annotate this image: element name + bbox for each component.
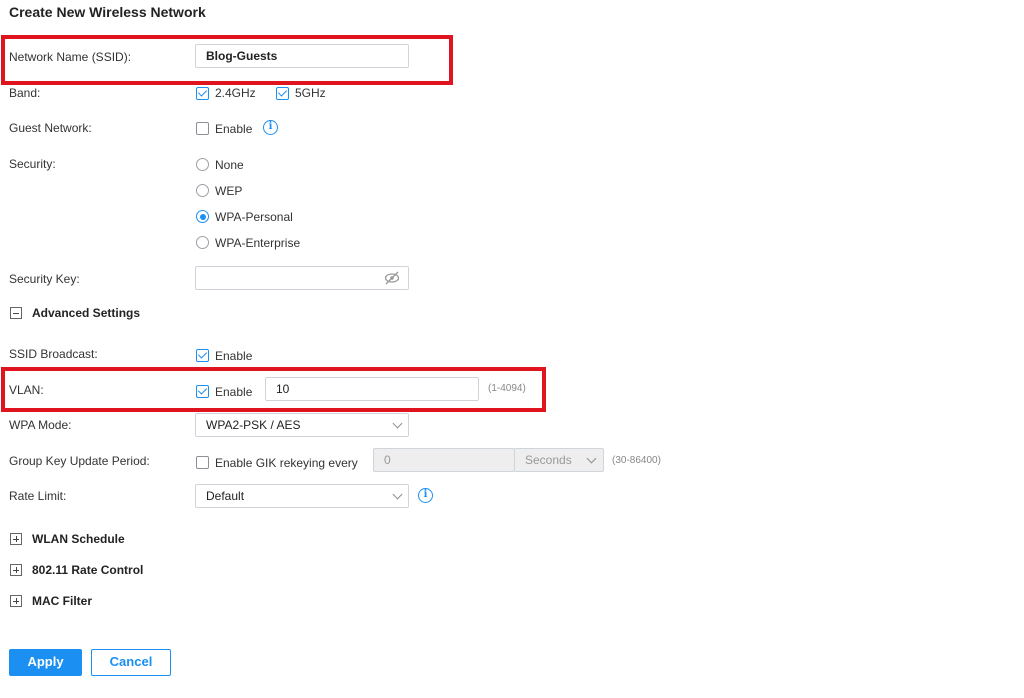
security-wpa-enterprise-radio[interactable] (196, 236, 209, 249)
apply-button[interactable]: Apply (9, 649, 82, 676)
band-2g-checkbox[interactable] (196, 87, 209, 100)
security-wpa-personal-radio[interactable] (196, 210, 209, 223)
gik-unit-value: Seconds (525, 453, 572, 467)
wlan-schedule-expand-icon[interactable] (10, 533, 22, 545)
security-wep-label: WEP (215, 184, 243, 198)
rate-limit-info-icon[interactable]: i (418, 488, 433, 503)
security-key-input[interactable] (195, 266, 409, 290)
gik-enable-label: Enable GIK rekeying every (215, 456, 358, 470)
wpa-mode-value: WPA2-PSK / AES (206, 418, 301, 432)
vlan-highlight-box (1, 367, 546, 412)
gik-enable-checkbox[interactable] (196, 456, 209, 469)
page-title: Create New Wireless Network (9, 4, 206, 20)
guest-network-label: Guest Network: (9, 121, 92, 135)
rate-control-heading[interactable]: 802.11 Rate Control (32, 563, 143, 577)
eye-hidden-icon[interactable] (384, 271, 400, 285)
rate-limit-value: Default (206, 489, 245, 503)
ssid-broadcast-enable-label: Enable (215, 349, 253, 363)
wlan-schedule-heading[interactable]: WLAN Schedule (32, 532, 125, 546)
wpa-mode-label: WPA Mode: (9, 418, 72, 432)
mac-filter-heading[interactable]: MAC Filter (32, 594, 92, 608)
security-wpa-personal-label: WPA-Personal (215, 210, 293, 224)
band-5g-checkbox[interactable] (276, 87, 289, 100)
cancel-button[interactable]: Cancel (91, 649, 171, 676)
security-label: Security: (9, 157, 56, 171)
band-label: Band: (9, 86, 41, 100)
ssid-highlight-box (1, 35, 453, 85)
gik-period-input[interactable]: 0 (373, 448, 515, 472)
rate-limit-select[interactable]: Default (195, 484, 409, 508)
advanced-collapse-icon[interactable] (10, 307, 22, 319)
guest-enable-checkbox[interactable] (196, 122, 209, 135)
security-wep-radio[interactable] (196, 184, 209, 197)
wpa-mode-select[interactable]: WPA2-PSK / AES (195, 413, 409, 437)
band-2g-label: 2.4GHz (215, 86, 256, 100)
security-wpa-enterprise-label: WPA-Enterprise (215, 236, 301, 250)
ssid-broadcast-checkbox[interactable] (196, 349, 209, 362)
mac-filter-expand-icon[interactable] (10, 595, 22, 607)
security-none-label: None (215, 158, 244, 172)
rate-control-expand-icon[interactable] (10, 564, 22, 576)
security-key-label: Security Key: (9, 272, 80, 286)
gik-label: Group Key Update Period: (9, 454, 150, 468)
gik-range-hint: (30-86400) (612, 455, 661, 466)
rate-limit-label: Rate Limit: (9, 489, 67, 503)
band-5g-label: 5GHz (295, 86, 326, 100)
security-none-radio[interactable] (196, 158, 209, 171)
guest-info-icon[interactable]: i (263, 120, 278, 135)
advanced-settings-heading[interactable]: Advanced Settings (32, 306, 140, 320)
guest-enable-label: Enable (215, 122, 253, 136)
ssid-broadcast-label: SSID Broadcast: (9, 347, 98, 361)
